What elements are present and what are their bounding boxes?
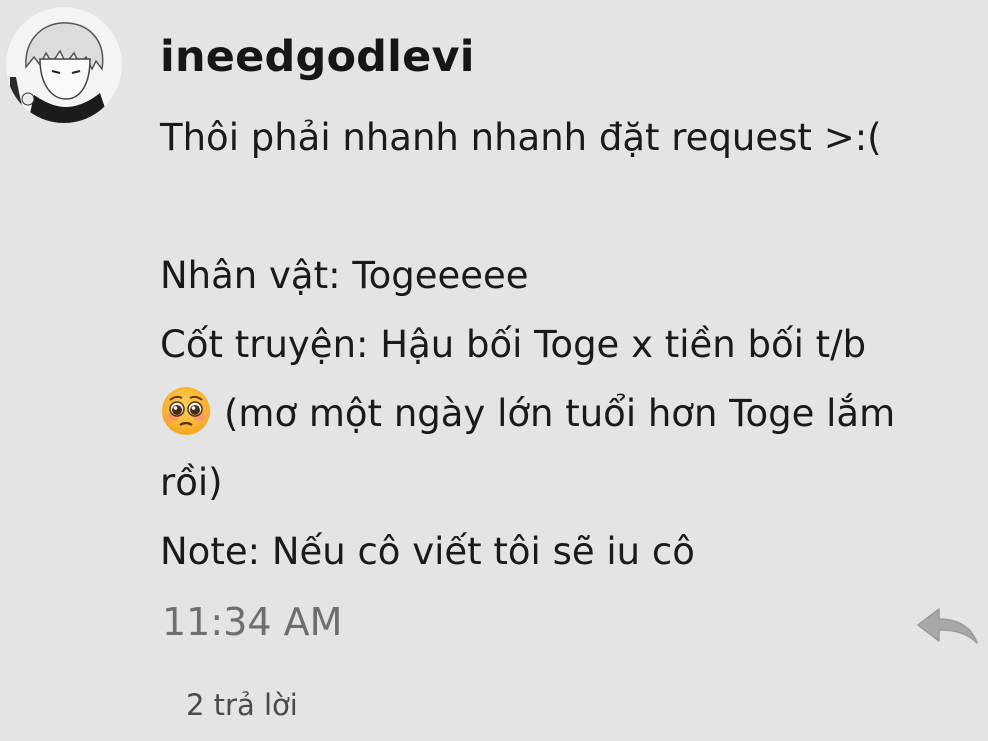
reply-arrow-icon[interactable] (915, 603, 981, 647)
message-line: Thôi phải nhanh nhanh đặt request >:( (160, 116, 882, 159)
message-line-with-emoji: (mơ một ngày lớn tuổi hơn Toge lắm (160, 379, 975, 448)
username[interactable]: ineedgodlevi (160, 32, 475, 82)
pleading-face-emoji-icon (160, 385, 212, 437)
message-line-text: (mơ một ngày lớn tuổi hơn Toge lắm (224, 392, 896, 435)
comment-body: Thôi phải nhanh nhanh đặt request >:( Nh… (160, 103, 975, 586)
message-line: Cốt truyện: Hậu bối Toge x tiền bối t/b (160, 323, 867, 366)
replies-link[interactable]: 2 trả lời (186, 688, 298, 722)
message-line: Note: Nếu cô viết tôi sẽ iu cô (160, 530, 695, 573)
message-line: Nhân vật: Togeeeee (160, 254, 529, 297)
anime-character-avatar-icon (6, 7, 122, 123)
avatar[interactable] (6, 7, 122, 123)
message-line: rồi) (160, 461, 223, 504)
timestamp: 11:34 AM (162, 600, 343, 644)
